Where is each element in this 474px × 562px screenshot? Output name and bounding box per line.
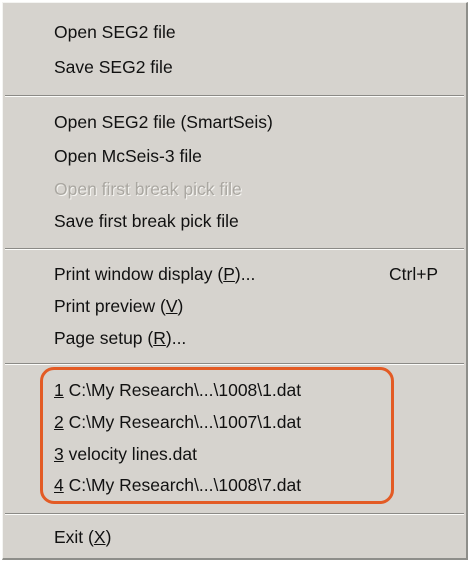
menu-separator: [5, 513, 464, 515]
menu-item-label: Print preview (V): [54, 296, 184, 316]
menu-item-open-mcseis3[interactable]: Open McSeis-3 file: [54, 141, 466, 171]
menu-item-save-first-break-pick[interactable]: Save first break pick file: [54, 206, 466, 236]
recent-file-item[interactable]: 3 velocity lines.dat: [54, 439, 466, 469]
menu-item-label: 3 velocity lines.dat: [54, 444, 197, 464]
menu-separator: [5, 363, 464, 365]
menu-item-exit[interactable]: Exit (X): [54, 522, 466, 552]
menu-separator: [5, 95, 464, 97]
menu-item-page-setup[interactable]: Page setup (R)...: [54, 323, 466, 353]
menu-item-save-seg2[interactable]: Save SEG2 file: [54, 52, 466, 82]
recent-file-item[interactable]: 2 C:\My Research\...\1007\1.dat: [54, 407, 466, 437]
menu-separator: [5, 248, 464, 250]
menu-item-label: Open SEG2 file (SmartSeis): [54, 112, 273, 132]
menu-item-label: Save first break pick file: [54, 211, 239, 231]
menu-item-label: 2 C:\My Research\...\1007\1.dat: [54, 412, 302, 432]
menu-item-print-window-display[interactable]: Print window display (P)... Ctrl+P: [54, 259, 466, 289]
menu-item-label: Open McSeis-3 file: [54, 146, 202, 166]
menu-item-shortcut: Ctrl+P: [389, 264, 439, 284]
menu-item-label: Open SEG2 file: [54, 22, 176, 42]
menu-item-label: Exit (X): [54, 527, 112, 547]
menu-item-label: 4 C:\My Research\...\1008\7.dat: [54, 475, 302, 495]
menu-item-label: Print window display (P)...: [54, 264, 256, 284]
recent-file-item[interactable]: 4 C:\My Research\...\1008\7.dat: [54, 470, 466, 500]
file-menu: Open SEG2 file Save SEG2 file Open SEG2 …: [2, 2, 468, 560]
menu-item-open-seg2[interactable]: Open SEG2 file: [54, 17, 466, 47]
menu-item-label: 1 C:\My Research\...\1008\1.dat: [54, 380, 302, 400]
menu-item-open-seg2-smartseis[interactable]: Open SEG2 file (SmartSeis): [54, 107, 466, 137]
menu-item-label: Open first break pick file: [54, 179, 242, 199]
menu-item-print-preview[interactable]: Print preview (V): [54, 291, 466, 321]
recent-file-item[interactable]: 1 C:\My Research\...\1008\1.dat: [54, 375, 466, 405]
menu-item-open-first-break-pick: Open first break pick file: [54, 174, 466, 204]
menu-item-label: Page setup (R)...: [54, 328, 187, 348]
menu-item-label: Save SEG2 file: [54, 57, 173, 77]
